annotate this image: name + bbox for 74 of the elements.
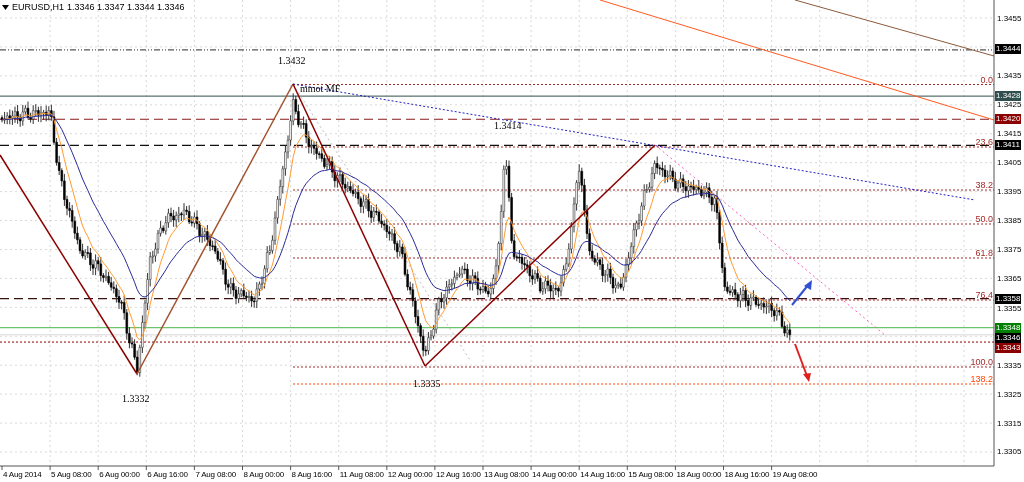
time-label: 8 Aug 00:00	[243, 470, 284, 480]
price-tick-label: 1.3385	[997, 216, 1022, 225]
chart-symbol: EURUSD,H1	[12, 1, 64, 13]
price-tick-label: 1.3355	[997, 304, 1022, 314]
fibo-level-label: 76.4	[975, 290, 993, 300]
price-tick-label: 1.3305	[997, 447, 1022, 457]
price-tag: 1.3420	[995, 114, 1022, 124]
tick-mark	[626, 465, 628, 471]
time-label: 8 Aug 16:00	[291, 470, 333, 480]
time-label: 4 Aug 2014	[3, 470, 42, 480]
tick-mark	[482, 465, 484, 471]
fibo-level-label: 38.2	[975, 180, 993, 190]
time-label: 15 Aug 08:00	[628, 470, 674, 480]
tick-mark	[530, 465, 532, 471]
price-tick-label: 1.3315	[997, 418, 1022, 428]
tick-mark	[674, 465, 676, 471]
price-tick-label: 1.3365	[997, 273, 1022, 283]
price-tick-label: 1.3375	[997, 244, 1022, 254]
time-label: 18 Aug 16:00	[724, 470, 770, 480]
price-tag: 1.3343	[995, 343, 1022, 353]
price-quotes: 1.3346 1.3347 1.3344 1.3346	[67, 1, 185, 13]
time-label: 5 Aug 08:00	[51, 470, 92, 480]
tick-mark	[386, 465, 388, 471]
fibo-level-label: 138.2	[970, 374, 993, 384]
tick-mark	[771, 465, 773, 471]
tick-mark	[242, 465, 243, 471]
time-label: 19 Aug 08:00	[772, 470, 818, 480]
price-tick-label: 1.3335	[997, 360, 1022, 370]
fibo-level-label: 100.0	[970, 357, 993, 367]
price-annotation: mmot MF	[300, 83, 341, 94]
time-label: 14 Aug 00:00	[532, 470, 577, 480]
fibo-level-label: 23.6	[975, 137, 993, 147]
time-label: 7 Aug 08:00	[195, 470, 236, 480]
time-label: 11 Aug 08:00	[339, 470, 384, 480]
fibo-level-label: 61.8	[975, 248, 993, 258]
price-tick-label: 1.3405	[997, 158, 1022, 168]
tick-mark	[49, 465, 51, 471]
price-tag: 1.3444	[995, 44, 1022, 54]
price-tag: 1.3346	[995, 333, 1022, 343]
tick-mark	[193, 465, 195, 471]
tick-mark	[97, 465, 99, 471]
price-tag: 1.3411	[995, 140, 1021, 150]
price-tag: 1.3428	[995, 91, 1022, 101]
price-annotation: 1.3414	[494, 120, 522, 131]
tick-mark	[578, 465, 580, 471]
price-tick-label: 1.3325	[997, 389, 1022, 399]
fibo-level-label: 0.0	[980, 74, 993, 85]
price-tag: 1.3358	[995, 294, 1022, 304]
time-label: 12 Aug 00:00	[387, 470, 433, 480]
price-tick-label: 1.3415	[997, 129, 1022, 139]
time-label: 6 Aug 16:00	[147, 470, 188, 480]
tick-mark	[338, 465, 340, 471]
tick-mark	[290, 465, 292, 471]
price-tick-label: 1.3435	[997, 71, 1022, 81]
time-label: 6 Aug 00:00	[99, 470, 140, 480]
dropdown-triangle-icon[interactable]	[2, 4, 9, 10]
tick-mark	[434, 465, 436, 471]
time-label: 12 Aug 16:00	[435, 470, 481, 480]
fibo-level-label: 50.0	[975, 214, 993, 224]
price-annotation: 1.3335	[413, 378, 441, 389]
tick-mark	[1, 465, 3, 471]
time-label: 13 Aug 08:00	[484, 470, 529, 480]
price-tick-label: 1.3425	[997, 100, 1022, 110]
price-annotation: 1.3432	[278, 55, 306, 66]
up-arrow	[791, 280, 812, 306]
tick-mark	[145, 465, 147, 471]
time-label: 14 Aug 16:00	[580, 470, 625, 480]
price-tick-label: 1.3455	[997, 13, 1022, 23]
price-tag: 1.3348	[995, 323, 1022, 333]
time-label: 18 Aug 00:00	[676, 470, 722, 480]
price-tick-label: 1.3395	[997, 187, 1022, 197]
tick-mark	[723, 465, 724, 471]
down-arrow	[794, 343, 811, 382]
price-annotation: 1.3332	[122, 393, 150, 404]
